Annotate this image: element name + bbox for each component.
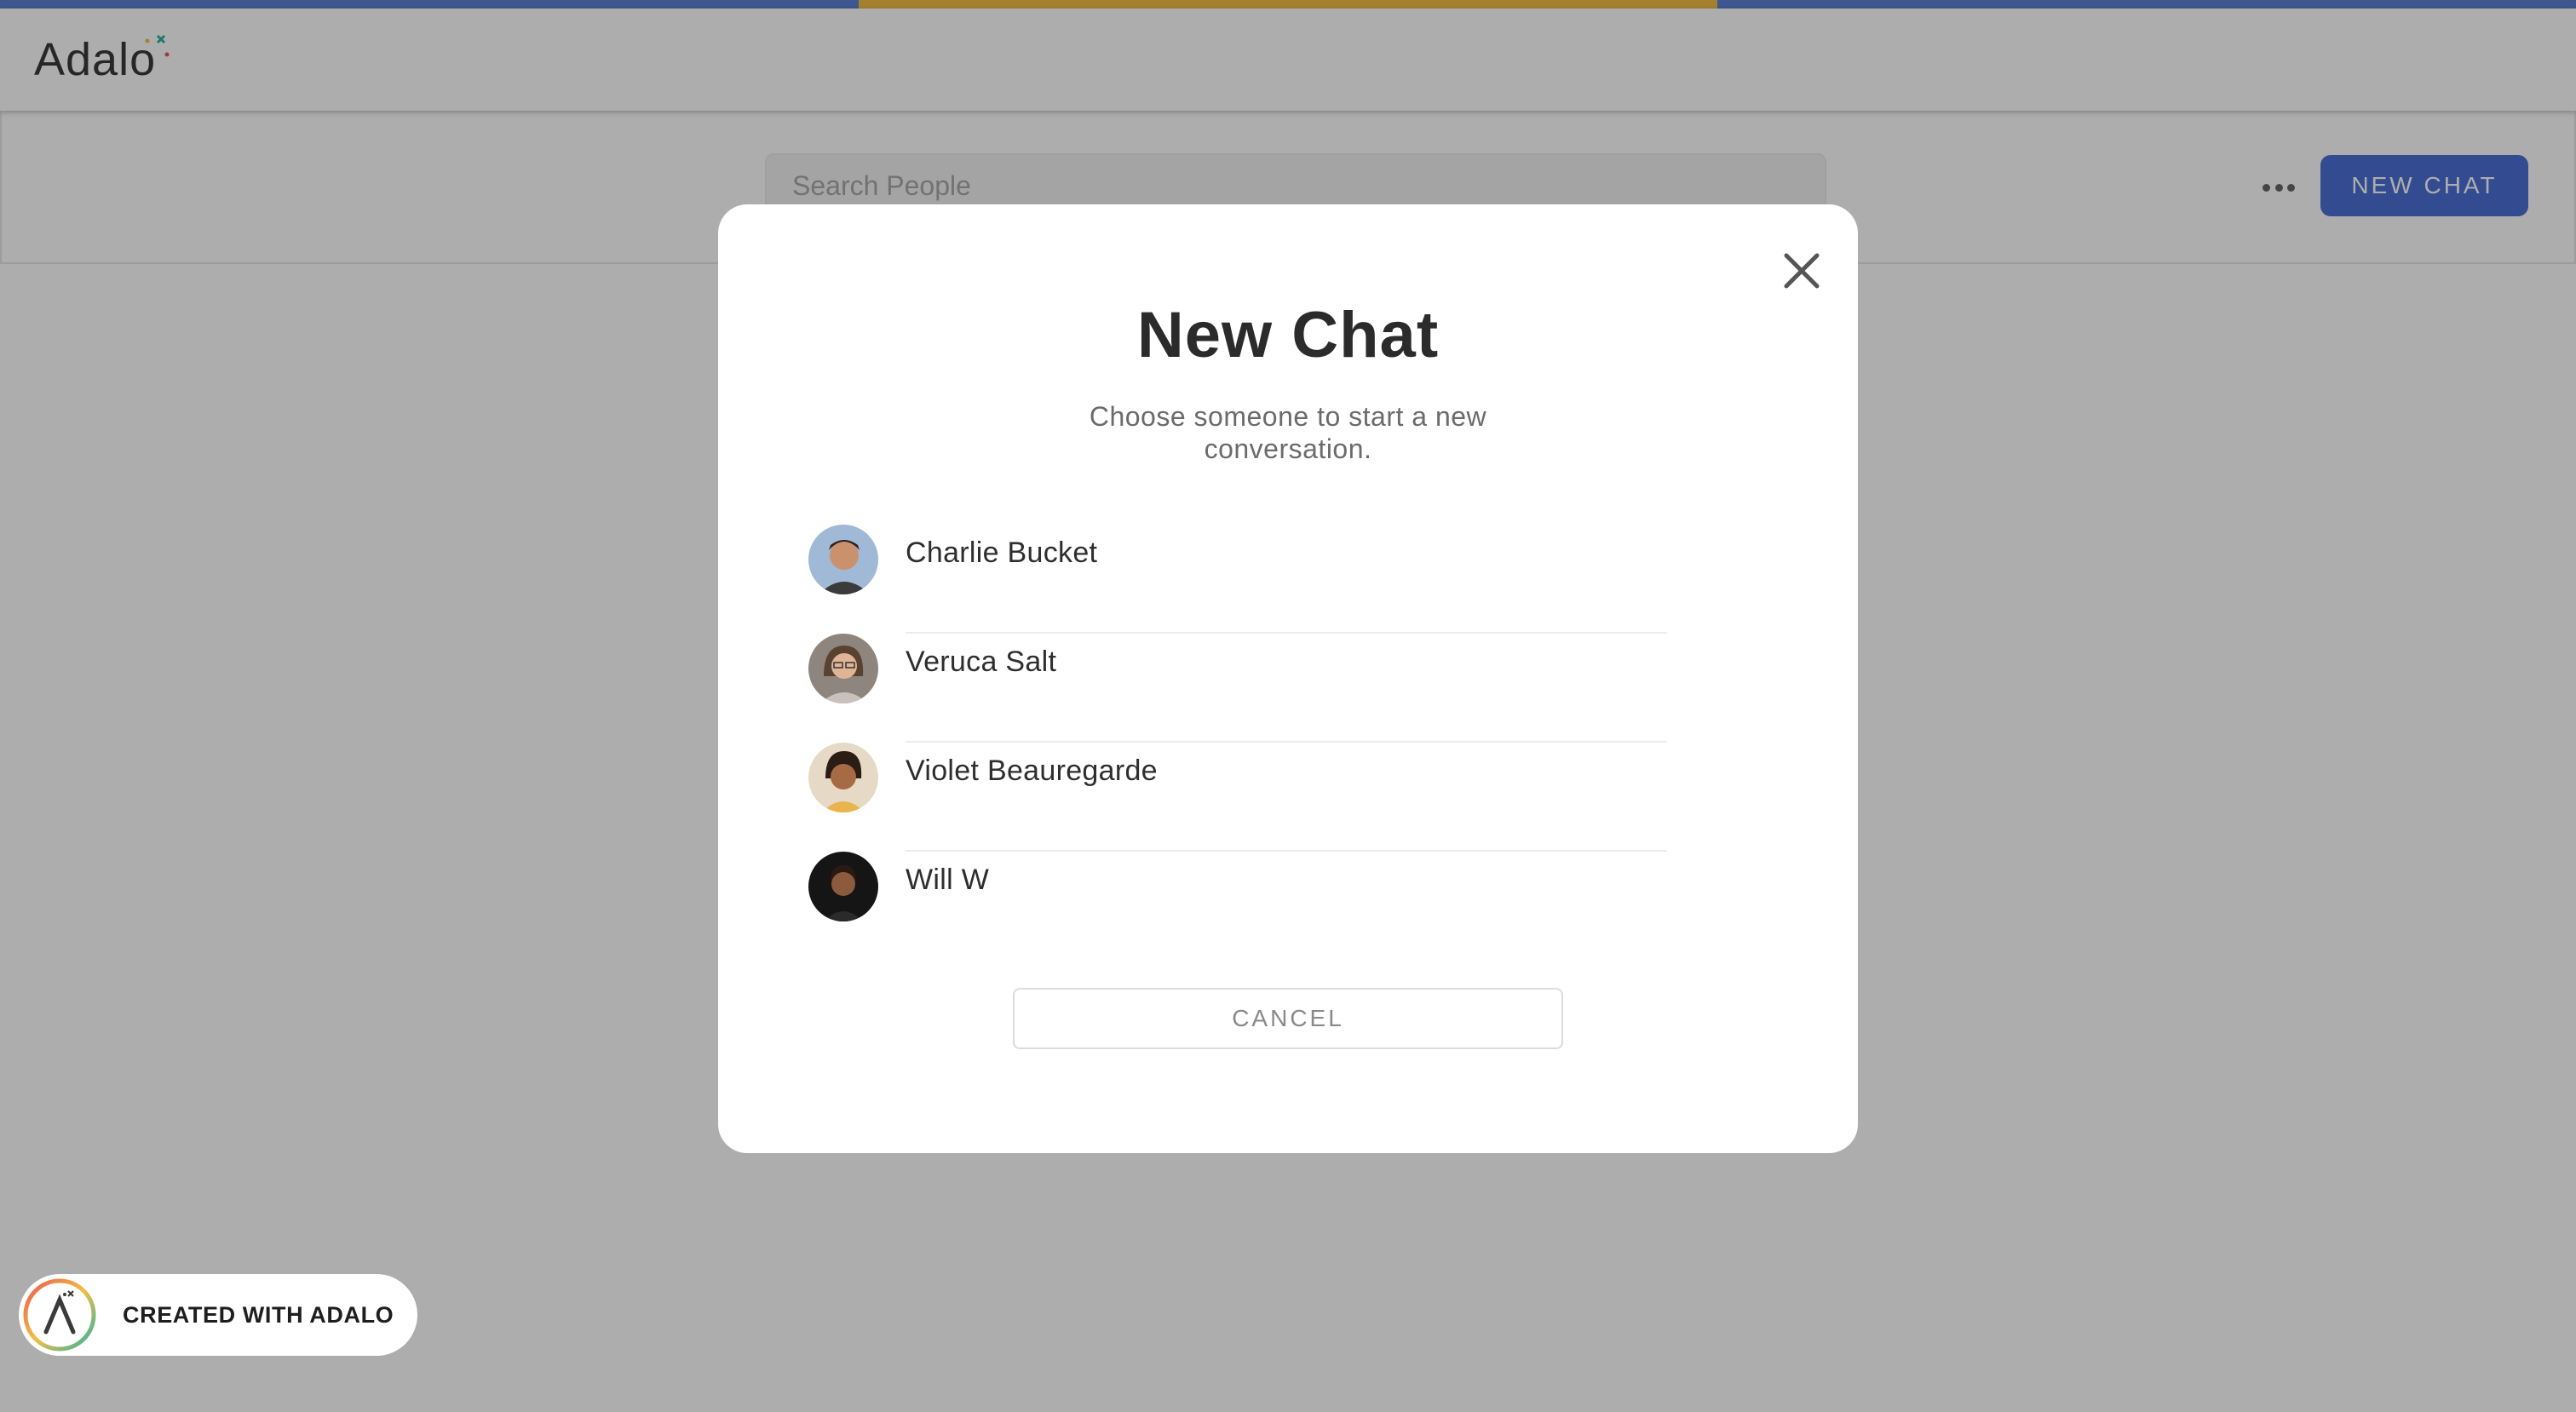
person-name: Violet Beauregarde [906,755,1158,787]
adalo-logo-icon [23,1278,96,1352]
created-with-adalo-badge[interactable]: CREATED WITH ADALO [19,1274,417,1356]
badge-label: CREATED WITH ADALO [123,1301,394,1328]
person-info: Will W [906,852,1667,961]
new-chat-modal: New Chat Choose someone to start a new c… [718,204,1858,1153]
people-list: Charlie Bucket Veruca Salt Violet Beaure… [808,525,1667,961]
avatar [808,525,878,594]
avatar-image [808,743,878,812]
avatar-image [808,634,878,703]
avatar-image [808,852,878,921]
close-icon[interactable] [1774,244,1829,298]
person-name: Will W [906,864,990,896]
avatar [808,852,878,921]
avatar [808,743,878,812]
person-name: Veruca Salt [906,646,1057,678]
avatar [808,634,878,703]
cancel-button[interactable]: CANCEL [1013,988,1563,1049]
person-info: Charlie Bucket [906,525,1667,634]
avatar-image [808,525,878,594]
person-info: Veruca Salt [906,634,1667,743]
person-name: Charlie Bucket [906,537,1098,569]
person-row-violet[interactable]: Violet Beauregarde [808,743,1667,852]
person-row-veruca[interactable]: Veruca Salt [808,634,1667,743]
person-row-will[interactable]: Will W [808,852,1667,961]
modal-subtitle: Choose someone to start a new conversati… [1089,401,1487,464]
person-info: Violet Beauregarde [906,743,1667,852]
modal-title: New Chat [1136,299,1440,371]
person-row-charlie[interactable]: Charlie Bucket [808,525,1667,634]
